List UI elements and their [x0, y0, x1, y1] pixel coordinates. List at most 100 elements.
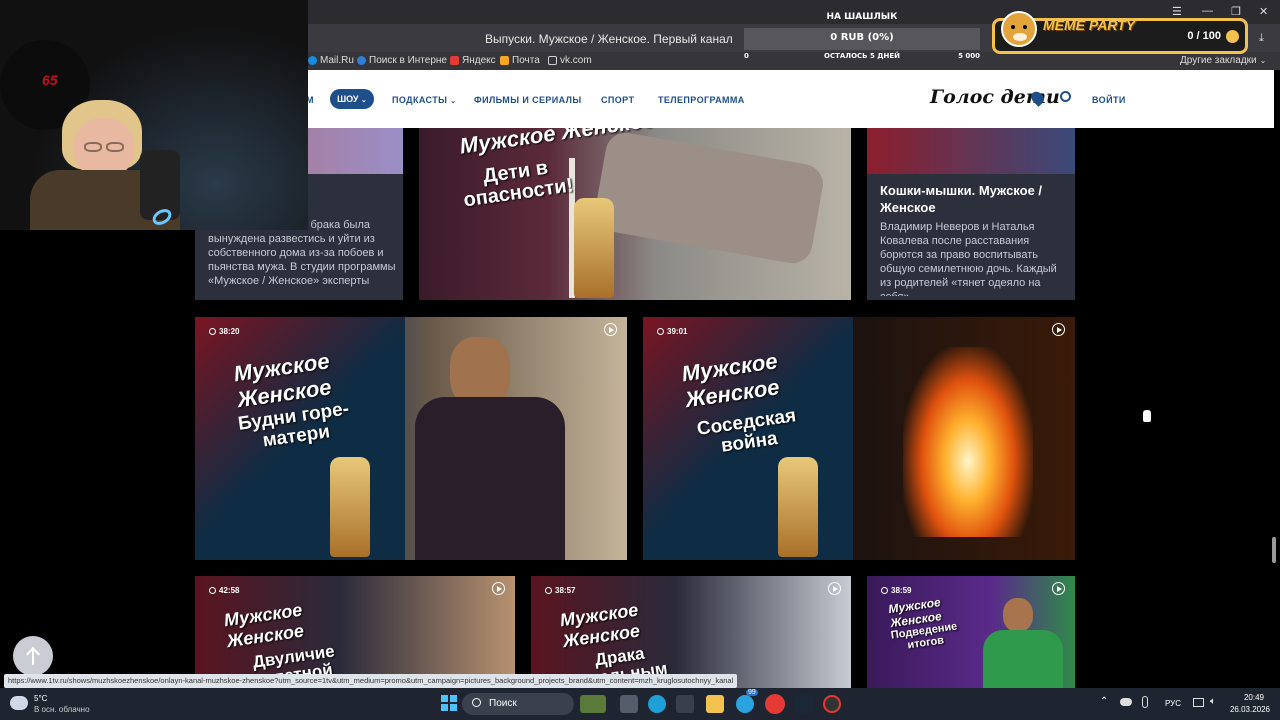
taskbar-search[interactable]: Поиск [462, 693, 574, 715]
video-card-bottom-1[interactable]: 42:58 Мужское Женское Двуличие ...летной [195, 576, 515, 688]
download-icon[interactable]: ⤓ [1259, 32, 1264, 45]
clock-icon [657, 328, 664, 335]
card-thumbnail [867, 128, 1075, 174]
bookmark-mail[interactable]: Почта [500, 55, 540, 66]
yandex-icon [450, 56, 459, 65]
mail-icon [500, 56, 509, 65]
webcam-overlay: 65 [0, 0, 308, 230]
card-description: После почти 27 лет брака была вынуждена … [208, 219, 396, 287]
play-icon[interactable] [604, 323, 617, 336]
donation-amount: 0 RUB (0%) [830, 32, 894, 43]
nav-sport[interactable]: СПОРТ [601, 95, 634, 105]
volume-icon[interactable]: 🔈︎ [1210, 696, 1216, 707]
restore-icon[interactable]: ❐ [1231, 5, 1241, 18]
bookmark-vk[interactable]: vk.com [548, 55, 592, 66]
mic-icon[interactable] [1142, 696, 1148, 708]
obs-icon[interactable] [823, 695, 841, 713]
duration-badge: 39:01 [657, 327, 687, 336]
nav-films[interactable]: ФИЛЬМЫ И СЕРИАЛЫ [474, 95, 582, 105]
notification-badge: 99 [746, 689, 758, 696]
login-link[interactable]: ВОЙТИ [1092, 95, 1126, 105]
app-icon[interactable] [676, 695, 694, 713]
bookmark-yandex[interactable]: Яндекс [450, 55, 496, 66]
weather-temp[interactable]: 5°C [34, 694, 47, 703]
bookmark-mailru[interactable]: Mail.Ru [308, 55, 354, 66]
fire-image [903, 347, 1033, 537]
network-icon[interactable] [1193, 698, 1204, 707]
close-icon[interactable]: ✕ [1259, 5, 1268, 18]
search-icon[interactable] [1060, 91, 1071, 102]
person-face [74, 118, 134, 178]
task-view-icon[interactable] [620, 695, 638, 713]
scroll-to-top-button[interactable] [13, 636, 53, 676]
coin-icon [1226, 30, 1239, 43]
nav-tvguide[interactable]: ТЕЛЕПРОГРАММА [658, 95, 745, 105]
telegram-icon[interactable]: 99 [736, 689, 758, 713]
clock-time[interactable]: 20:49 [1224, 693, 1264, 702]
page-icon [548, 56, 557, 65]
duration-badge: 38:20 [209, 327, 239, 336]
mailru-icon [308, 56, 317, 65]
hand-cursor-icon [1142, 409, 1152, 423]
taskbar: 5°C В осн. облачно Поиск 99 ⌃ РУС 🔈︎ 20:… [0, 688, 1280, 720]
language-indicator[interactable]: РУС [1165, 699, 1181, 708]
donation-max: 5 000 [958, 52, 980, 60]
video-card-top-3[interactable]: Кошки-мышки. Мужское / Женское Владимир … [867, 128, 1075, 300]
show-logo: Мужское Женское [558, 599, 642, 652]
nav-shou-button[interactable]: ШОУ ⌄ [330, 89, 374, 109]
onedrive-icon[interactable] [1120, 698, 1132, 706]
search-icon [472, 698, 481, 707]
donation-remaining: ОСТАЛОСЬ 5 ДНЕЙ [824, 52, 900, 60]
play-icon[interactable] [1052, 582, 1065, 595]
play-icon[interactable] [1052, 323, 1065, 336]
chevron-down-icon: ⌄ [1259, 56, 1267, 65]
statuette-icon [574, 198, 614, 298]
clock-date[interactable]: 26.03.2026 [1224, 705, 1270, 714]
statuette-icon [330, 457, 370, 557]
card-caption: Дети в опасности! [462, 156, 575, 212]
donation-progress-bar: 0 RUB (0%) [744, 28, 980, 50]
headphones-logo-icon: 65 [42, 72, 58, 88]
clock-icon [209, 587, 216, 594]
cloud-icon [10, 696, 28, 710]
video-card-bottom-3[interactable]: 38:59 Мужское Женское Подведение итогов [867, 576, 1075, 688]
meme-party-counter: 0 / 100 [1187, 30, 1221, 42]
video-card-top-2[interactable]: Мужское Женское Дети в опасности! [419, 128, 851, 300]
play-icon[interactable] [492, 582, 505, 595]
chevron-up-icon[interactable]: ⌃ [1100, 696, 1108, 707]
doge-icon [1001, 11, 1037, 47]
meme-party-widget: MEME PARTY 0 / 100 [992, 11, 1248, 54]
yandex-browser-icon[interactable] [765, 694, 785, 714]
card-description: Владимир Неверов и Наталья Ковалева посл… [880, 221, 1057, 296]
duration-badge: 42:58 [209, 586, 239, 595]
steam-icon[interactable] [795, 695, 813, 713]
card-title[interactable]: Кошки-мышки. Мужское / Женское [880, 182, 1065, 216]
minimize-icon[interactable]: — [1202, 5, 1213, 17]
menu-icon[interactable]: ☰ [1172, 5, 1182, 18]
windows-start-icon[interactable] [441, 695, 457, 711]
site-navigation: М ШОУ ⌄ ПОДКАСТЫ ⌄ ФИЛЬМЫ И СЕРИАЛЫ СПОР… [306, 70, 1274, 128]
bookmark-search[interactable]: Поиск в Интерне [357, 55, 447, 66]
status-url: https://www.1tv.ru/shows/muzhskoezhensko… [4, 674, 738, 688]
widgets-icon[interactable] [580, 695, 606, 713]
clock-icon [209, 328, 216, 335]
tab-title[interactable]: Выпуски. Мужское / Женское. Первый канал [485, 32, 733, 46]
duration-badge: 38:57 [545, 586, 575, 595]
donation-title: НА ШАШЛЫК [826, 12, 898, 22]
other-bookmarks[interactable]: Другие закладки ⌄ [1180, 55, 1266, 66]
meme-party-title: MEME PARTY [1043, 17, 1136, 33]
play-icon[interactable] [828, 582, 841, 595]
chevron-down-icon: ⌄ [361, 97, 367, 104]
clock-icon [545, 587, 552, 594]
folder-icon[interactable] [706, 695, 724, 713]
video-card-mid-2[interactable]: 39:01 Мужское Женское Соседская война [643, 317, 1075, 560]
video-card-bottom-2[interactable]: 38:57 Мужское Женское Драка ...тельным [531, 576, 851, 688]
nav-podcasts[interactable]: ПОДКАСТЫ ⌄ [392, 95, 457, 105]
video-card-mid-1[interactable]: 38:20 Мужское Женское Будни горе-матери [195, 317, 627, 560]
clock-icon [881, 587, 888, 594]
page-scrollbar[interactable] [1272, 537, 1276, 563]
edge-icon[interactable] [648, 695, 666, 713]
donation-widget: НА ШАШЛЫК 0 RUB (0%) 0 ОСТАЛОСЬ 5 ДНЕЙ 5… [744, 8, 980, 64]
search-globe-icon [357, 56, 366, 65]
duration-badge: 38:59 [881, 586, 911, 595]
